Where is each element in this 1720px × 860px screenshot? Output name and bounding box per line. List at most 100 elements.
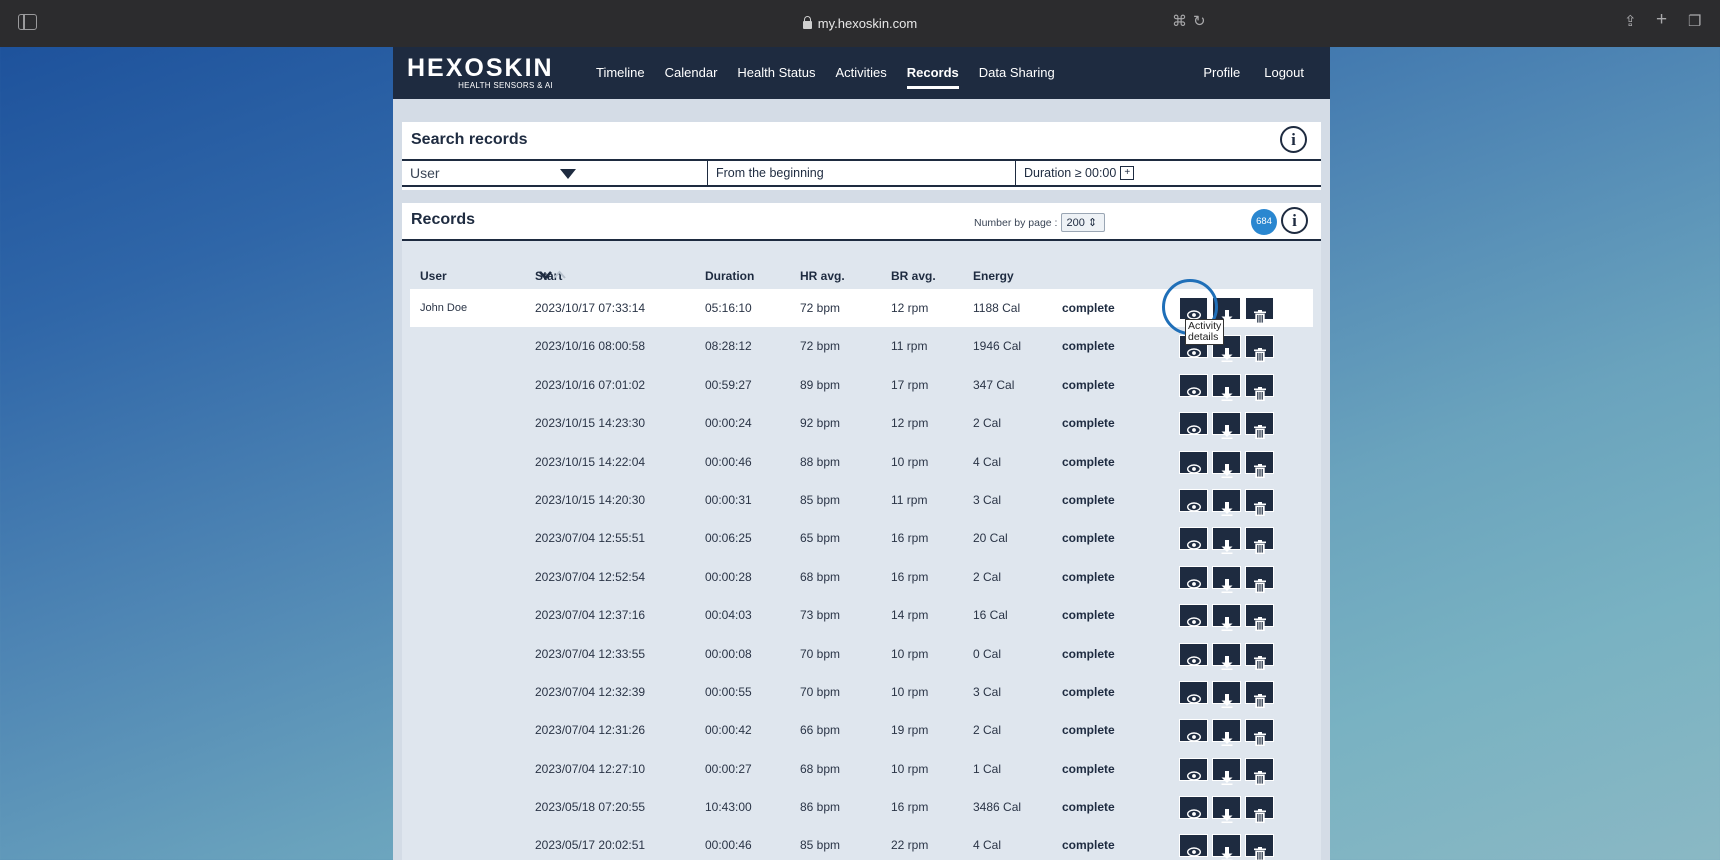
table-row[interactable]: 2023/07/04 12:52:54 00:00:28 68 bpm 16 rpm 2… [410, 558, 1313, 596]
user-select[interactable]: User [402, 161, 708, 185]
info-icon[interactable]: i [1280, 126, 1307, 153]
address-bar[interactable]: my.hexoskin.com [802, 16, 917, 31]
delete-button[interactable] [1245, 412, 1274, 440]
delete-button[interactable] [1245, 488, 1274, 516]
download-icon [1221, 809, 1233, 824]
col-energy[interactable]: Energy [973, 269, 1014, 283]
download-button[interactable] [1212, 719, 1241, 747]
table-row[interactable]: 2023/07/04 12:55:51 00:06:25 65 bpm 16 rpm 2… [410, 519, 1313, 557]
view-details-button[interactable] [1179, 450, 1208, 474]
view-details-button[interactable] [1179, 642, 1208, 666]
table-row[interactable]: 2023/07/04 12:37:16 00:04:03 73 bpm 14 rpm 1… [410, 596, 1313, 634]
table-row[interactable]: 2023/10/16 07:01:02 00:59:27 89 bpm 17 rpm 3… [410, 366, 1313, 404]
col-duration[interactable]: Duration [705, 269, 754, 283]
table-row[interactable]: 2023/07/04 12:31:26 00:00:42 66 bpm 19 rpm 2… [410, 711, 1313, 749]
download-button[interactable] [1212, 527, 1241, 555]
translate-icon[interactable]: ⌘ [1172, 13, 1187, 31]
nav-logout[interactable]: Logout [1252, 47, 1316, 99]
cell-status: complete [1062, 492, 1115, 507]
download-button[interactable] [1212, 834, 1241, 860]
download-button[interactable] [1212, 757, 1241, 785]
download-button[interactable] [1212, 565, 1241, 593]
delete-button[interactable] [1245, 719, 1274, 747]
delete-button[interactable] [1245, 527, 1274, 555]
cell-hr-avg: 68 bpm [800, 761, 841, 776]
cell-status: complete [1062, 569, 1115, 584]
table-row[interactable]: 2023/05/17 20:02:51 00:00:46 85 bpm 22 rpm 4… [410, 826, 1313, 860]
download-button[interactable] [1212, 450, 1241, 478]
col-user[interactable]: User [420, 269, 447, 283]
trash-icon [1253, 501, 1266, 516]
view-details-button[interactable] [1179, 834, 1208, 858]
nav-health-status[interactable]: Health Status [727, 47, 825, 99]
cell-status: complete [1062, 608, 1115, 623]
delete-button[interactable] [1245, 642, 1274, 670]
date-range-field[interactable]: From the beginning [708, 161, 1016, 185]
tabs-overview-icon[interactable]: ❐ [1688, 13, 1701, 31]
table-row[interactable]: 2023/07/04 12:33:55 00:00:08 70 bpm 10 rpm 0… [410, 635, 1313, 673]
col-hr-avg[interactable]: HR avg. [800, 269, 845, 283]
delete-button[interactable] [1245, 565, 1274, 593]
reload-icon[interactable]: ↻ [1193, 13, 1206, 31]
view-details-button[interactable] [1179, 488, 1208, 512]
download-button[interactable] [1212, 604, 1241, 632]
search-filters: User From the beginning Duration ≥ 00:00… [402, 159, 1321, 187]
nav-calendar[interactable]: Calendar [655, 47, 728, 99]
table-row[interactable]: 2023/07/04 12:27:10 00:00:27 68 bpm 10 rpm 1… [410, 750, 1313, 788]
download-button[interactable] [1212, 642, 1241, 670]
cell-start: 2023/10/16 07:01:02 [535, 377, 646, 392]
cell-hr-avg: 73 bpm [800, 608, 841, 623]
view-details-button[interactable] [1179, 373, 1208, 397]
nav-data-sharing[interactable]: Data Sharing [969, 47, 1065, 99]
cell-duration: 08:28:12 [705, 339, 752, 354]
new-tab-icon[interactable]: + [1656, 10, 1667, 29]
view-details-button[interactable] [1179, 604, 1208, 628]
nav-profile[interactable]: Profile [1191, 47, 1252, 99]
sort-chevrons-icon[interactable] [539, 269, 567, 284]
delete-button[interactable] [1245, 373, 1274, 401]
table-row[interactable]: 2023/05/18 07:20:55 10:43:00 86 bpm 16 rpm 3… [410, 788, 1313, 826]
view-details-button[interactable] [1179, 719, 1208, 743]
duration-plus-button[interactable]: + [1120, 166, 1135, 180]
table-row[interactable]: 2023/10/15 14:22:04 00:00:46 88 bpm 10 rpm 4… [410, 443, 1313, 481]
delete-button[interactable] [1245, 604, 1274, 632]
delete-button[interactable] [1245, 680, 1274, 708]
delete-button[interactable] [1245, 297, 1274, 324]
delete-button[interactable] [1245, 450, 1274, 478]
share-icon[interactable]: ⇪ [1624, 13, 1637, 31]
cell-start: 2023/10/15 14:20:30 [535, 492, 646, 507]
cell-energy: 2 Cal [973, 723, 1002, 738]
nav-activities[interactable]: Activities [825, 47, 896, 99]
col-br-avg[interactable]: BR avg. [891, 269, 936, 283]
table-row[interactable]: 2023/10/15 14:23:30 00:00:24 92 bpm 12 rpm 2… [410, 404, 1313, 442]
delete-button[interactable] [1245, 834, 1274, 860]
download-button[interactable] [1212, 412, 1241, 440]
download-button[interactable] [1212, 488, 1241, 516]
view-details-button[interactable] [1179, 412, 1208, 436]
cell-user: John Doe [420, 302, 468, 314]
view-details-button[interactable] [1179, 757, 1208, 781]
view-details-button[interactable] [1179, 796, 1208, 820]
delete-button[interactable] [1245, 796, 1274, 824]
delete-button[interactable] [1245, 757, 1274, 785]
nav-timeline[interactable]: Timeline [586, 47, 655, 99]
view-details-button[interactable] [1179, 680, 1208, 704]
delete-button[interactable] [1245, 335, 1274, 363]
cell-energy: 1946 Cal [973, 339, 1022, 354]
sidebar-toggle-icon[interactable] [18, 14, 37, 30]
duration-filter[interactable]: Duration ≥ 00:00 + [1016, 161, 1321, 185]
view-details-button[interactable] [1179, 527, 1208, 551]
download-button[interactable] [1212, 373, 1241, 401]
table-row[interactable]: 2023/10/15 14:20:30 00:00:31 85 bpm 11 rpm 3… [410, 481, 1313, 519]
download-button[interactable] [1212, 796, 1241, 824]
view-details-button[interactable] [1179, 565, 1208, 589]
table-row[interactable]: 2023/07/04 12:32:39 00:00:55 70 bpm 10 rpm 3… [410, 673, 1313, 711]
hexoskin-logo[interactable]: HEXOSKIN HEALTH SENSORS & AI [407, 56, 567, 90]
trash-icon [1253, 463, 1266, 478]
download-button[interactable] [1212, 680, 1241, 708]
per-page-select[interactable]: 200 ⇕ [1061, 213, 1106, 232]
info-icon[interactable]: i [1281, 207, 1308, 234]
nav-records[interactable]: Records [897, 47, 969, 99]
table-row[interactable]: 2023/10/16 08:00:58 08:28:12 72 bpm 11 rpm 1… [410, 327, 1313, 365]
cell-hr-avg: 72 bpm [800, 339, 841, 354]
